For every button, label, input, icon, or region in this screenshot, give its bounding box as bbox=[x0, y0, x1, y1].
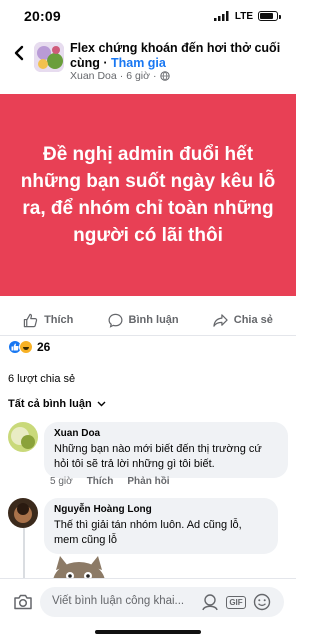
globe-icon bbox=[159, 71, 170, 81]
status-icons: LTE bbox=[213, 10, 281, 22]
back-button[interactable] bbox=[8, 42, 30, 64]
status-bar: 20:09 LTE bbox=[0, 0, 296, 32]
comment-text: Những bạn nào mới biết đến thị trường cứ… bbox=[54, 443, 262, 470]
comment-like-button[interactable]: Thích bbox=[87, 476, 114, 487]
reaction-count: 26 bbox=[37, 340, 51, 354]
divider bbox=[0, 335, 296, 336]
comments-filter-label: Tất cả bình luận bbox=[8, 398, 92, 410]
avatar-sticker-icon[interactable] bbox=[200, 592, 220, 612]
header-text: Flex chứng khoán đến hơi thở cuối cùng ·… bbox=[70, 41, 290, 71]
group-avatar[interactable] bbox=[34, 42, 64, 72]
reactions-summary[interactable]: 26 bbox=[8, 340, 50, 354]
comment-icon bbox=[108, 313, 123, 328]
status-time: 20:09 bbox=[24, 8, 61, 24]
gif-label: GIF bbox=[226, 595, 246, 609]
camera-icon[interactable] bbox=[12, 591, 34, 613]
gif-button[interactable]: GIF bbox=[226, 592, 246, 612]
like-label: Thích bbox=[44, 314, 74, 326]
battery-icon bbox=[258, 11, 281, 21]
share-count[interactable]: 6 lượt chia sẻ bbox=[8, 373, 75, 385]
home-indicator bbox=[95, 630, 201, 634]
post-header: Flex chứng khoán đến hơi thở cuối cùng ·… bbox=[0, 34, 296, 90]
comment-meta: 5 giờ Thích Phản hồi bbox=[50, 476, 170, 487]
comment-time: 5 giờ bbox=[50, 476, 73, 487]
post-meta: Xuan Doa · 6 giờ · bbox=[70, 70, 170, 82]
comment-label: Bình luận bbox=[128, 314, 179, 326]
chevron-down-icon bbox=[97, 401, 106, 407]
meta-dot: · bbox=[119, 70, 124, 82]
like-reaction-glyph bbox=[11, 343, 19, 351]
separator: · bbox=[99, 56, 111, 70]
share-icon bbox=[213, 313, 228, 327]
comment-input-placeholder: Viết bình luận công khai... bbox=[52, 595, 185, 607]
comment-author[interactable]: Nguyễn Hoàng Long bbox=[54, 503, 268, 516]
thumbs-up-icon bbox=[23, 313, 38, 327]
comment-reply-button[interactable]: Phản hồi bbox=[127, 476, 169, 487]
post-actions: Thích Bình luận Chia sẻ bbox=[0, 306, 296, 334]
avatar-image bbox=[8, 422, 38, 452]
avatar[interactable] bbox=[8, 422, 38, 452]
post-time: 6 giờ bbox=[126, 70, 151, 82]
group-name[interactable]: Flex chứng khoán đến hơi thở cuối cùng ·… bbox=[70, 41, 290, 71]
avatar[interactable] bbox=[8, 498, 38, 528]
comments-filter[interactable]: Tất cả bình luận bbox=[8, 398, 106, 410]
comment-item: Nguyễn Hoàng Long Thế thì giải tán nhóm … bbox=[8, 498, 292, 554]
haha-icon bbox=[19, 340, 33, 354]
join-link[interactable]: Tham gia bbox=[111, 56, 166, 70]
post-card[interactable]: Đề nghị admin đuổi hết những bạn suốt ng… bbox=[0, 94, 296, 296]
chevron-left-icon bbox=[14, 45, 24, 61]
like-button[interactable]: Thích bbox=[23, 313, 73, 328]
comment-bubble[interactable]: Xuan Doa Những bạn nào mới biết đến thị … bbox=[44, 422, 288, 478]
reaction-icons bbox=[8, 340, 33, 354]
comment-text: Thế thì giải tán nhóm luôn. Ad cũng lỗ, … bbox=[54, 519, 242, 546]
comment-bubble[interactable]: Nguyễn Hoàng Long Thế thì giải tán nhóm … bbox=[44, 498, 278, 554]
comment-composer: Viết bình luận công khai... GIF bbox=[0, 578, 296, 626]
share-button[interactable]: Chia sẻ bbox=[213, 313, 273, 328]
group-avatar-image bbox=[34, 42, 64, 72]
signal-icon bbox=[213, 11, 229, 21]
comment-button[interactable]: Bình luận bbox=[108, 313, 179, 328]
reply-thread-line bbox=[23, 528, 25, 584]
comment-input[interactable]: Viết bình luận công khai... GIF bbox=[40, 587, 284, 617]
emoji-icon[interactable] bbox=[252, 592, 272, 612]
network-type: LTE bbox=[234, 10, 253, 22]
meta-dot-2: · bbox=[153, 70, 157, 82]
comment-author[interactable]: Xuan Doa bbox=[54, 427, 278, 440]
avatar-image bbox=[8, 498, 38, 528]
post-text: Đề nghị admin đuổi hết những bạn suốt ng… bbox=[20, 144, 276, 246]
post-author[interactable]: Xuan Doa bbox=[70, 70, 117, 82]
share-label: Chia sẻ bbox=[233, 314, 273, 326]
